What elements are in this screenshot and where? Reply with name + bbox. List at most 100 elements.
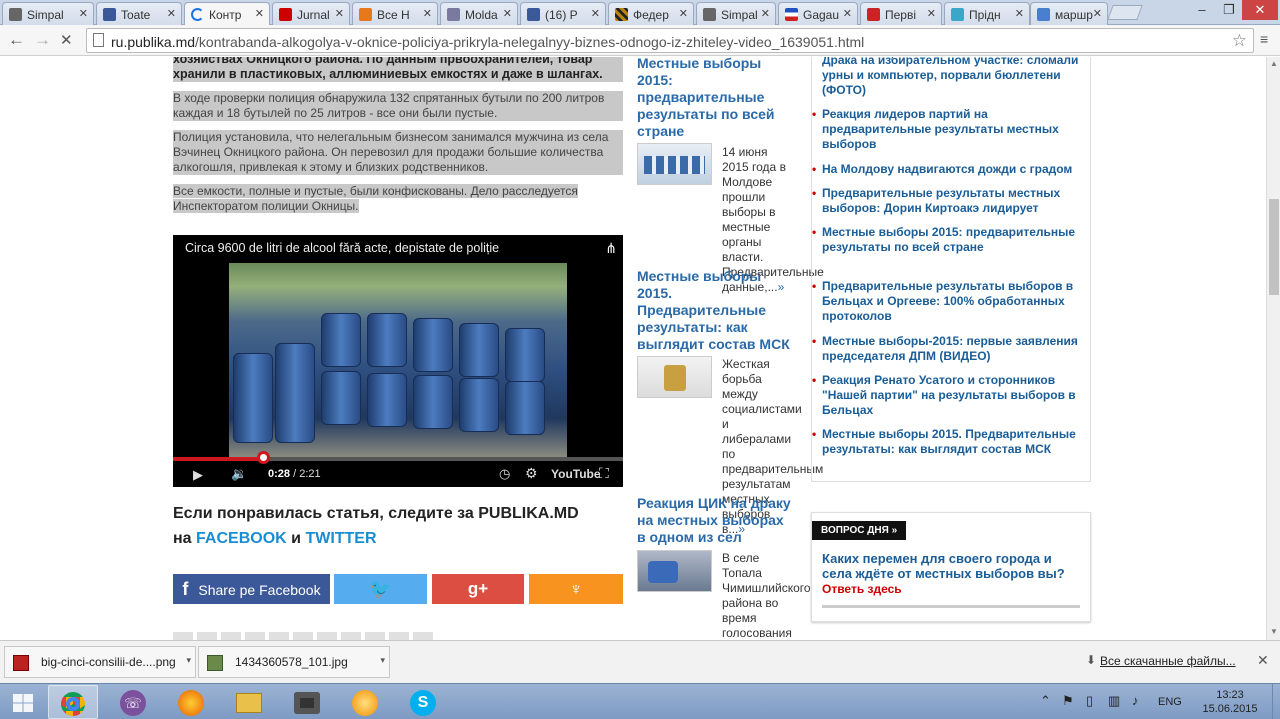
play-icon[interactable]: ▶ <box>193 467 203 483</box>
tab-gagauz[interactable]: Gagau ✕ <box>778 2 858 25</box>
close-icon[interactable]: ✕ <box>843 7 852 20</box>
close-icon[interactable]: ✕ <box>335 7 344 20</box>
file-explorer-icon[interactable] <box>224 685 274 719</box>
volume-tray-icon[interactable]: ♪ <box>1132 693 1139 708</box>
system-clock[interactable]: 13:23 15.06.2015 <box>1200 688 1260 716</box>
poll-header[interactable]: ВОПРОС ДНЯ » <box>812 521 907 540</box>
bookmark-star-icon[interactable]: ☆ <box>1232 31 1247 51</box>
share-facebook-button[interactable]: f Share pe Facebook <box>173 574 330 604</box>
close-icon[interactable]: ✕ <box>761 7 770 20</box>
tab-simpal-1[interactable]: Simpal ✕ <box>2 2 94 25</box>
close-icon[interactable]: ✕ <box>167 7 176 20</box>
menu-icon[interactable]: ≡ <box>1260 31 1268 47</box>
mail-app-icon[interactable] <box>340 685 390 719</box>
network-icon[interactable]: ▥ <box>1108 693 1120 709</box>
close-icon[interactable]: ✕ <box>255 7 264 20</box>
share-gplus-button[interactable]: g+ <box>432 574 524 604</box>
news-list-item[interactable]: • Местные выборы 2015: предварительные ре… <box>812 225 1084 255</box>
share-facebook-label: Share pe Facebook <box>198 582 321 598</box>
language-indicator[interactable]: ENG <box>1158 696 1182 708</box>
dropdown-arrow-icon[interactable]: ▾ <box>380 655 385 666</box>
tab-marshrut[interactable]: маршр ✕ <box>1030 2 1108 25</box>
scroll-down-icon[interactable]: ▼ <box>1270 627 1278 636</box>
chrome-icon[interactable] <box>48 685 98 719</box>
power-icon[interactable]: ▯ <box>1086 693 1093 709</box>
tab-kontrabanda[interactable]: Контр ✕ <box>184 2 270 26</box>
close-icon[interactable]: ✕ <box>679 7 688 20</box>
viber-icon[interactable]: ☏ <box>108 685 158 719</box>
restore-icon[interactable]: ❐ <box>1216 0 1242 20</box>
forward-arrow-icon[interactable]: → <box>34 30 51 50</box>
video-title[interactable]: Circa 9600 de litri de alcool fără acte,… <box>185 241 499 255</box>
tab-pervyi[interactable]: Перві ✕ <box>860 2 942 25</box>
close-icon[interactable]: ✕ <box>1093 7 1102 20</box>
video-frame[interactable] <box>229 263 567 457</box>
close-icon[interactable]: ✕ <box>927 7 936 20</box>
news-list-item-label: Предварительные результаты местных выбор… <box>822 186 1061 215</box>
news-title-link[interactable]: Местные выборы 2015. Предварительные рез… <box>637 268 792 353</box>
youtube-video-player[interactable]: Circa 9600 de litri de alcool fără acte,… <box>173 235 623 487</box>
tab-simpal-2[interactable]: Simpal ✕ <box>696 2 776 25</box>
firefox-icon[interactable] <box>166 685 216 719</box>
windows-start-icon[interactable] <box>0 685 46 719</box>
minimize-icon[interactable]: – <box>1188 0 1216 20</box>
twitter-link[interactable]: TWITTER <box>305 530 376 547</box>
close-icon[interactable]: ✕ <box>1257 652 1269 669</box>
news-list-item[interactable]: • На Молдову надвигаются дожди с градом <box>812 162 1084 177</box>
scroll-up-icon[interactable]: ▲ <box>1270 59 1278 68</box>
show-desktop-button[interactable] <box>1272 684 1280 719</box>
volume-icon[interactable]: 🔉 <box>231 466 247 482</box>
tab-jurnal[interactable]: Jurnal ✕ <box>272 2 350 25</box>
tab-vse-novosti[interactable]: Все Н ✕ <box>352 2 438 25</box>
scrollbar-thumb[interactable] <box>1269 199 1279 295</box>
news-title-link[interactable]: Местные выборы 2015: предварительные рез… <box>637 57 792 140</box>
webcam-icon[interactable] <box>282 685 332 719</box>
settings-gear-icon[interactable]: ⚙ <box>525 465 538 482</box>
watch-later-icon[interactable]: ◷ <box>499 466 510 482</box>
window-close-icon[interactable]: ✕ <box>1242 0 1278 20</box>
url-text[interactable]: ru.publika.md/kontrabanda-alkogolya-v-ok… <box>111 34 864 50</box>
poll-answer-link[interactable]: Ответь здесь <box>822 582 902 596</box>
stop-loading-icon[interactable]: ✕ <box>60 31 73 49</box>
close-icon[interactable]: ✕ <box>591 7 600 20</box>
fullscreen-icon[interactable]: ⛶ <box>599 465 609 482</box>
youtube-logo[interactable]: YouTube <box>551 467 601 481</box>
page-scrollbar[interactable]: ▲ ▼ <box>1266 57 1280 640</box>
new-tab-button[interactable] <box>1107 5 1143 20</box>
tab-pridnestrovie[interactable]: Прідн ✕ <box>944 2 1030 25</box>
news-list-item[interactable]: • Предварительные результаты местных выбо… <box>812 186 1084 216</box>
skype-icon[interactable]: S <box>398 685 448 719</box>
close-icon[interactable]: ✕ <box>423 7 432 20</box>
back-arrow-icon[interactable]: ← <box>8 30 25 50</box>
article-lead: хозяйствах Окницкого района. По данным п… <box>173 57 623 82</box>
download-item[interactable]: 1434360578_101.jpg ▾ <box>198 646 390 678</box>
news-list-item[interactable]: Драка на избирательном участке: сломали … <box>822 57 1084 98</box>
share-twitter-button[interactable]: 🐦 <box>334 574 427 604</box>
follow-text: Если понравилась статья, следите за PUBL… <box>173 505 579 522</box>
video-progress-bar[interactable] <box>173 457 623 461</box>
tab-molda[interactable]: Molda ✕ <box>440 2 518 25</box>
news-list-item[interactable]: • Местные выборы-2015: первые заявления п… <box>812 334 1084 364</box>
tab-facebook-16[interactable]: (16) Р ✕ <box>520 2 606 25</box>
poll-question[interactable]: Каких перемен для своего города и села ж… <box>822 551 1084 581</box>
news-list-item[interactable]: • Реакция Ренато Усатого и сторонников "Н… <box>812 373 1084 418</box>
striped-favicon-icon <box>615 8 628 21</box>
close-icon[interactable]: ✕ <box>503 7 512 20</box>
close-icon[interactable]: ✕ <box>79 7 88 20</box>
tab-toate[interactable]: Toate ✕ <box>96 2 182 25</box>
close-icon[interactable]: ✕ <box>1015 7 1024 20</box>
dropdown-arrow-icon[interactable]: ▾ <box>186 655 191 666</box>
share-odnoklassniki-button[interactable]: ♆ <box>529 574 623 604</box>
tab-feder[interactable]: Федер ✕ <box>608 2 694 25</box>
news-list-item[interactable]: • Реакция лидеров партий на предварительн… <box>812 107 1084 152</box>
facebook-link[interactable]: FACEBOOK <box>196 530 287 547</box>
share-icon[interactable]: ⋔ <box>605 240 617 257</box>
news-list-item[interactable]: • Местные выборы 2015. Предварительные ре… <box>812 427 1084 457</box>
show-all-downloads-link[interactable]: Все скачанные файлы... <box>1100 654 1236 668</box>
news-title-link[interactable]: Реакция ЦИК на драку на местных выборах … <box>637 495 792 546</box>
download-item[interactable]: big-cinci-consilii-de....png ▾ <box>4 646 196 678</box>
action-center-flag-icon[interactable]: ⚑ <box>1062 693 1074 709</box>
address-bar[interactable]: ru.publika.md/kontrabanda-alkogolya-v-ok… <box>86 28 1254 53</box>
show-hidden-icons-icon[interactable]: ⌃ <box>1040 693 1051 709</box>
news-list-item[interactable]: • Предварительные результаты выборов в Бе… <box>812 279 1084 324</box>
